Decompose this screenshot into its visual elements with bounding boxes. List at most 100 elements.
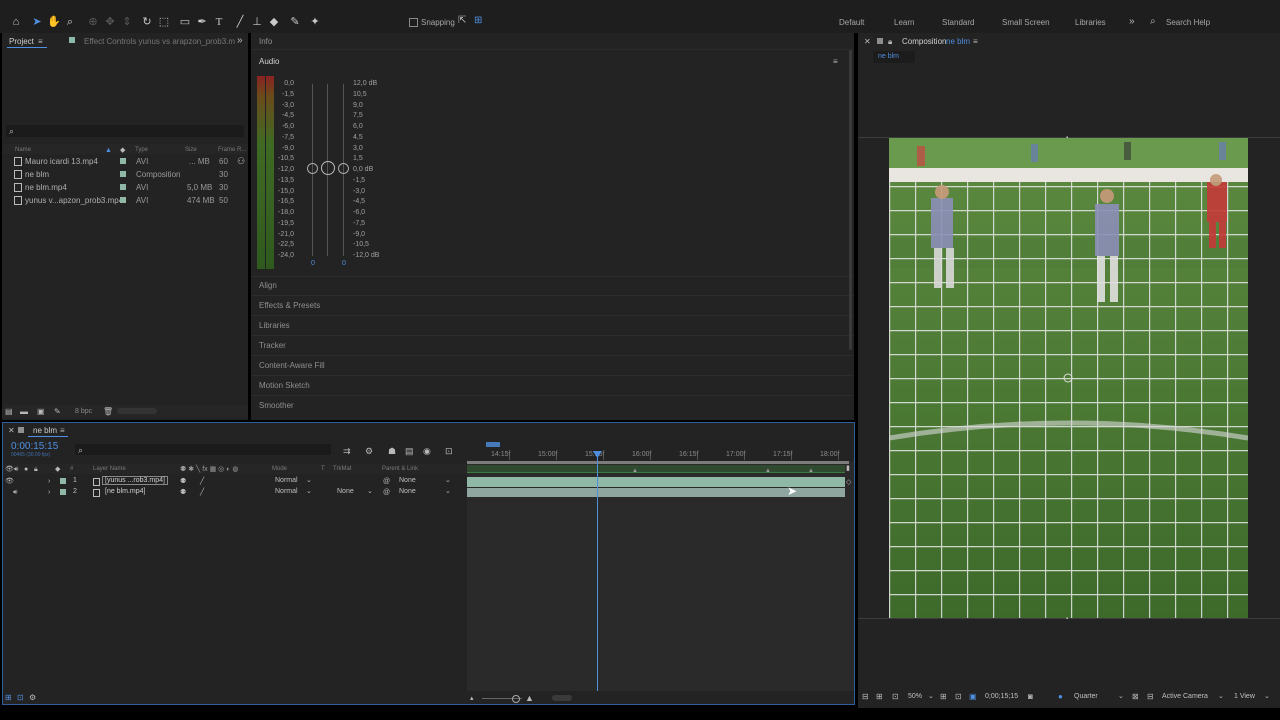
orbit-camera-icon[interactable]: ⊕ bbox=[86, 15, 100, 29]
keyframe-marker[interactable]: ▲ bbox=[765, 466, 771, 476]
keyframe-marker[interactable]: ▲ bbox=[808, 466, 814, 476]
audio-icon[interactable]: 🔊︎ bbox=[13, 488, 17, 498]
more-workspaces-icon[interactable]: » bbox=[1129, 17, 1135, 27]
shy-switch-icon[interactable]: ⚉ bbox=[180, 488, 186, 498]
panel-content-aware-fill[interactable]: Content-Aware Fill bbox=[259, 361, 325, 370]
snapping-checkbox[interactable] bbox=[409, 18, 418, 27]
bpc-label[interactable]: 8 bpc bbox=[75, 408, 92, 415]
parent-select[interactable]: None bbox=[399, 488, 416, 495]
end-marker-icon[interactable]: ▮ bbox=[846, 464, 850, 474]
hand-tool-icon[interactable]: ✋ bbox=[47, 15, 61, 29]
adjust-project-icon[interactable]: ✎ bbox=[54, 407, 61, 417]
lock-icon[interactable]: 🔒︎ bbox=[888, 37, 892, 47]
comp-timecode[interactable]: 0;00;15;15 bbox=[985, 693, 1018, 700]
mode-select[interactable]: Normal bbox=[275, 477, 298, 484]
pick-whip-icon[interactable]: @ bbox=[383, 488, 390, 498]
show-channel-icon[interactable]: ● bbox=[1058, 692, 1063, 702]
effect-controls-lock-icon[interactable] bbox=[69, 37, 75, 43]
selection-tool-icon[interactable]: ➤ bbox=[30, 15, 44, 29]
end-marker-icon[interactable]: ◇ bbox=[846, 478, 851, 488]
panel-menu-icon[interactable]: ≡ bbox=[833, 57, 838, 67]
workspace-libraries[interactable]: Libraries bbox=[1075, 18, 1106, 27]
list-item[interactable]: ne blm Composition 30 bbox=[2, 169, 248, 181]
expand-chevron-icon[interactable]: › bbox=[48, 477, 50, 487]
video-visibility-icon[interactable]: 👁︎ bbox=[5, 477, 14, 487]
camera-select[interactable]: Active Camera bbox=[1162, 693, 1208, 700]
shy-switch-icon[interactable]: ⚉ bbox=[180, 477, 186, 487]
video-visibility-icon[interactable]: 👁︎ bbox=[5, 465, 14, 475]
puppet-tool-icon[interactable]: ✦ bbox=[308, 15, 322, 29]
search-icon[interactable]: ⌕ bbox=[1150, 17, 1156, 27]
playhead-line[interactable] bbox=[596, 455, 598, 691]
rectangle-tool-icon[interactable]: ▭ bbox=[178, 15, 192, 29]
graph-editor-icon[interactable]: ⊡ bbox=[445, 446, 453, 456]
toggle-mask-icon[interactable]: ⊞ bbox=[876, 692, 883, 702]
snap-edges-icon[interactable]: ⇱ bbox=[458, 16, 466, 26]
quality-switch-icon[interactable]: ╱ bbox=[200, 488, 204, 498]
layer-name[interactable]: [yunus ...rob3.mp4] bbox=[102, 476, 168, 485]
zoom-value[interactable]: 50% bbox=[908, 693, 922, 700]
comp-flowchart-icon[interactable]: ⇉ bbox=[343, 446, 351, 456]
trkmat-header[interactable]: TrkMat bbox=[333, 466, 351, 472]
resolution-select[interactable]: Quarter bbox=[1074, 693, 1098, 700]
audio-title[interactable]: Audio bbox=[259, 57, 279, 66]
panel-menu-icon[interactable]: ≡ bbox=[973, 37, 978, 47]
shy-layers-icon[interactable]: ☗ bbox=[388, 446, 396, 456]
chevron-down-icon[interactable]: ⌄ bbox=[928, 692, 934, 702]
chevron-down-icon[interactable]: ⌄ bbox=[306, 487, 312, 497]
expand-switches-icon[interactable]: ⚙ bbox=[29, 693, 36, 703]
type-tool-icon[interactable]: T bbox=[212, 15, 226, 29]
chevron-down-icon[interactable]: ⌄ bbox=[306, 476, 312, 486]
slider-handle-right[interactable] bbox=[338, 163, 349, 174]
right-channel-value[interactable]: 0 bbox=[342, 260, 346, 267]
video-frame[interactable] bbox=[889, 138, 1248, 618]
quality-switch-icon[interactable]: ╱ bbox=[200, 477, 204, 487]
pan-camera-icon[interactable]: ✥ bbox=[103, 15, 117, 29]
parent-select[interactable]: None bbox=[399, 477, 416, 484]
composition-title-name[interactable]: ne blm bbox=[946, 37, 970, 46]
project-search-field[interactable] bbox=[6, 125, 244, 137]
workspace-learn[interactable]: Learn bbox=[894, 18, 914, 27]
label-column-icon[interactable]: ◆ bbox=[55, 465, 60, 475]
pick-whip-icon[interactable]: @ bbox=[383, 477, 390, 487]
current-time-display[interactable]: 0:00:15:15 bbox=[11, 441, 58, 452]
chevron-down-icon[interactable]: ⌄ bbox=[1118, 692, 1124, 702]
panel-smoother[interactable]: Smoother bbox=[259, 401, 294, 410]
close-icon[interactable]: ✕ bbox=[864, 37, 871, 47]
brush-tool-icon[interactable]: ╱ bbox=[233, 15, 247, 29]
transparency-icon[interactable]: ▣ bbox=[969, 692, 977, 702]
new-folder-icon[interactable]: ▬ bbox=[20, 407, 28, 417]
list-item[interactable]: Mauro icardi 13.mp4 AVI ... MB 60 ⚇ bbox=[2, 156, 248, 168]
panel-effects-presets[interactable]: Effects & Presets bbox=[259, 301, 320, 310]
chevron-down-icon[interactable]: ⌄ bbox=[367, 487, 373, 497]
timeline-scrollbar[interactable] bbox=[552, 695, 572, 701]
panel-menu-icon[interactable]: ≡ bbox=[60, 426, 65, 436]
mode-header[interactable]: Mode bbox=[272, 466, 287, 472]
column-frame-rate[interactable]: Frame R... bbox=[218, 147, 246, 153]
view-select[interactable]: 1 View bbox=[1234, 693, 1255, 700]
interpret-footage-icon[interactable]: ▤ bbox=[5, 407, 13, 417]
project-scrollbar[interactable] bbox=[117, 408, 157, 414]
zoom-out-icon[interactable]: ▴ bbox=[470, 694, 474, 704]
work-area-bar[interactable] bbox=[467, 461, 849, 464]
dolly-camera-icon[interactable]: ⇕ bbox=[120, 15, 134, 29]
close-icon[interactable]: ✕ bbox=[8, 426, 15, 436]
expand-chevron-icon[interactable]: › bbox=[48, 488, 50, 498]
region-icon[interactable]: ⊡ bbox=[955, 692, 962, 702]
list-item[interactable]: ne blm.mp4 AVI 5,0 MB 30 bbox=[2, 182, 248, 194]
transfer-controls-icon[interactable]: ⊡ bbox=[17, 693, 24, 703]
parent-header[interactable]: Parent & Link bbox=[382, 466, 418, 472]
chevron-down-icon[interactable]: ⌄ bbox=[445, 487, 451, 497]
sort-ascending-icon[interactable]: ▲ bbox=[105, 146, 112, 156]
motion-blur-icon[interactable]: ◉ bbox=[423, 446, 431, 456]
panel-tracker[interactable]: Tracker bbox=[259, 341, 286, 350]
anchor-tool-icon[interactable]: ⬚ bbox=[157, 15, 171, 29]
zoom-slider-handle[interactable] bbox=[512, 695, 520, 703]
snap-feature-icon[interactable]: ⊞ bbox=[474, 16, 482, 26]
slider-handle-master[interactable] bbox=[321, 161, 335, 175]
column-type[interactable]: Type bbox=[135, 147, 148, 153]
panel-motion-sketch[interactable]: Motion Sketch bbox=[259, 381, 310, 390]
frame-blending-icon[interactable]: ▤ bbox=[405, 446, 414, 456]
search-help-input[interactable]: Search Help bbox=[1166, 18, 1210, 27]
magnify-icon[interactable]: ⊡ bbox=[892, 692, 899, 702]
